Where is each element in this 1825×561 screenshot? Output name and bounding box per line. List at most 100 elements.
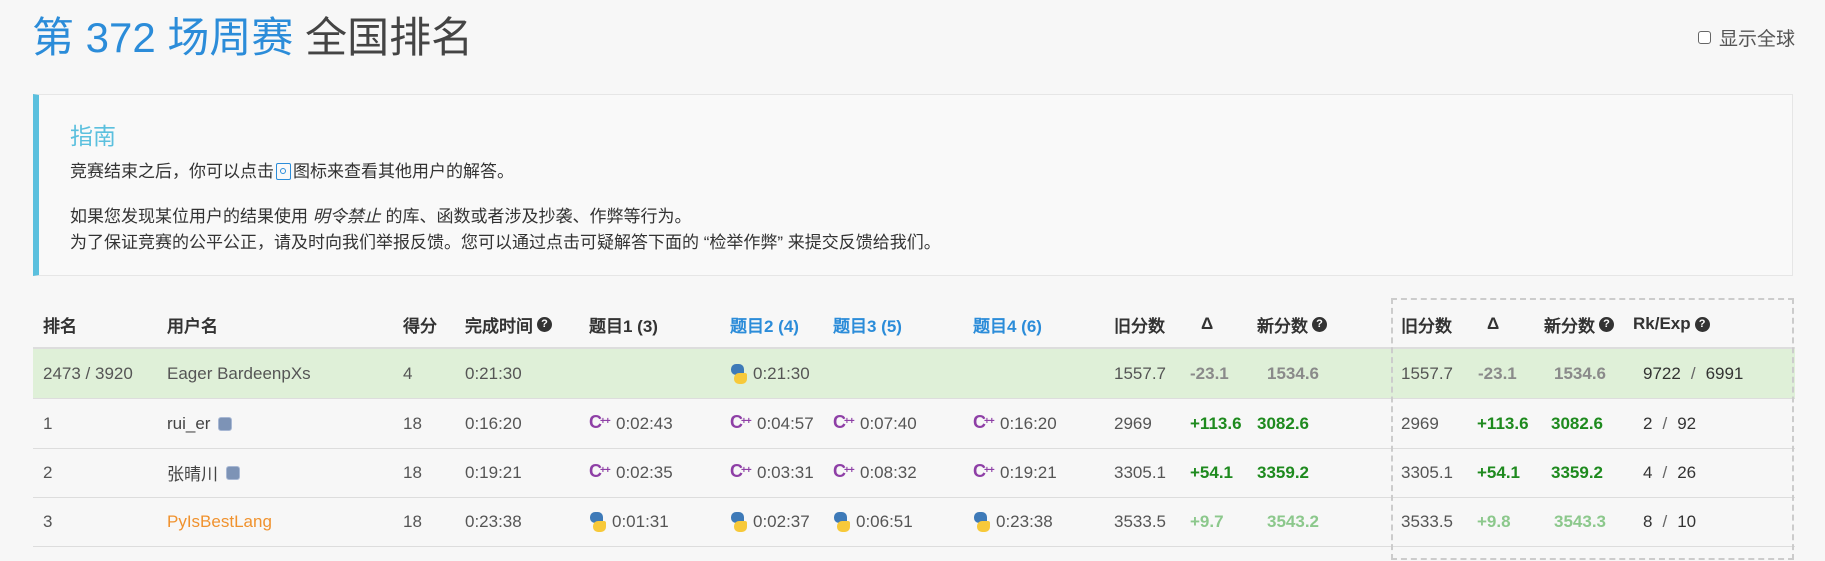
- help-icon[interactable]: ?: [537, 316, 552, 332]
- cpp-icon[interactable]: [973, 461, 995, 482]
- header-finish-time: 完成时间?: [465, 301, 552, 347]
- rk-exp-cell: 2 / 92: [1643, 399, 1696, 448]
- rk-value: 9722: [1643, 363, 1681, 383]
- guide-line-2-post: 的库、函数或者涉及抄袭、作弊等行为。: [385, 207, 692, 226]
- python-icon[interactable]: [973, 511, 991, 532]
- delta-cell: -23.1: [1190, 363, 1229, 383]
- help-icon[interactable]: ?: [1312, 316, 1327, 332]
- q4-time: 0:23:38: [996, 511, 1053, 531]
- q4-cell[interactable]: 0:16:20: [973, 399, 1057, 448]
- page-subtitle: 全国排名: [305, 14, 474, 61]
- exp-value: 92: [1677, 413, 1697, 433]
- delta-2-cell: +113.6: [1477, 413, 1529, 433]
- python-icon[interactable]: [730, 511, 748, 532]
- new-rating-cell: 3543.2: [1267, 511, 1319, 531]
- cpp-icon[interactable]: [730, 461, 752, 482]
- header-new-rating-2: 新分数?: [1544, 301, 1614, 347]
- cpp-icon[interactable]: [730, 412, 752, 433]
- old-rating-2-cell: 3305.1: [1401, 462, 1453, 482]
- header-old-rating: 旧分数: [1114, 316, 1165, 336]
- new-rating-cell: 1534.6: [1267, 363, 1319, 383]
- username-cell[interactable]: Eager BardeenpXs: [167, 349, 311, 398]
- q3-cell[interactable]: 0:07:40: [833, 399, 917, 448]
- header-delta-2: Δ: [1487, 314, 1500, 333]
- username-text[interactable]: 张晴川: [167, 460, 218, 485]
- old-rating-cell: 3533.5: [1114, 511, 1166, 531]
- header-old-rating-2: 旧分数: [1401, 316, 1452, 336]
- header-user: 用户名: [167, 316, 218, 336]
- old-rating-2-cell: 2969: [1401, 413, 1439, 433]
- q2-cell[interactable]: 0:21:30: [730, 349, 810, 398]
- q1-cell[interactable]: 0:02:43: [589, 399, 673, 448]
- q2-time: 0:03:31: [757, 462, 814, 482]
- q2-cell[interactable]: 0:04:57: [730, 399, 814, 448]
- cpp-icon[interactable]: [833, 412, 855, 433]
- guide-line-2-pre: 如果您发现某位用户的结果使用: [70, 207, 308, 226]
- q4-time: 0:16:20: [1000, 413, 1057, 433]
- python-icon[interactable]: [730, 363, 748, 384]
- delta-2-cell: +9.8: [1477, 511, 1511, 531]
- python-icon[interactable]: [589, 511, 607, 532]
- header-score: 得分: [403, 316, 437, 336]
- table-row: 1 rui_er 18 0:16:20 0:02:43 0:04:57 0:07…: [33, 399, 1795, 449]
- delta-2-cell: +54.1: [1477, 462, 1521, 482]
- new-rating-2-cell: 3543.3: [1554, 511, 1606, 531]
- username-cell[interactable]: PyIsBestLang: [167, 497, 272, 546]
- rk-exp-separator: /: [1662, 462, 1668, 482]
- rk-exp-cell: 8 / 10: [1643, 497, 1696, 546]
- help-icon[interactable]: ?: [1694, 316, 1710, 332]
- cpp-icon[interactable]: [589, 412, 611, 433]
- guide-line-3: 为了保证竞赛的公平公正，请及时向我们举报反馈。您可以通过点击可疑解答下面的 “检…: [70, 233, 941, 252]
- header-rk-exp: Rk/Exp?: [1633, 301, 1710, 347]
- q1-cell[interactable]: 0:02:35: [589, 448, 673, 497]
- rk-exp-separator: /: [1662, 511, 1668, 531]
- q1-time: 0:02:35: [616, 462, 673, 482]
- score-cell: 4: [403, 363, 413, 383]
- q4-cell[interactable]: 0:23:38: [973, 497, 1053, 546]
- delta-2-cell: -23.1: [1478, 363, 1517, 383]
- q4-cell[interactable]: 0:19:21: [973, 448, 1057, 497]
- code-file-icon: [276, 163, 291, 180]
- cpp-icon[interactable]: [589, 461, 611, 482]
- q3-cell[interactable]: 0:06:51: [833, 497, 913, 546]
- rk-exp-separator: /: [1690, 363, 1696, 383]
- guide-panel: 指南 竞赛结束之后，你可以点击 图标来查看其他用户的解答。 如果您发现某位用户的结…: [33, 94, 1793, 276]
- username-text[interactable]: rui_er: [167, 414, 210, 434]
- cpp-icon[interactable]: [833, 461, 855, 482]
- rk-value: 8: [1643, 511, 1653, 531]
- q2-cell[interactable]: 0:03:31: [730, 448, 814, 497]
- rk-exp-cell: 4 / 26: [1643, 448, 1696, 497]
- header-rank: 排名: [43, 316, 77, 336]
- q2-cell[interactable]: 0:02:37: [730, 497, 810, 546]
- delta-cell: +9.7: [1190, 511, 1224, 531]
- header-q4[interactable]: 题目4 (6): [973, 301, 1042, 347]
- q2-time: 0:02:37: [753, 511, 810, 531]
- help-icon[interactable]: ?: [1599, 316, 1614, 332]
- guide-line-2: 如果您发现某位用户的结果使用 明令禁止 的库、函数或者涉及抄袭、作弊等行为。: [70, 202, 691, 227]
- header-q3[interactable]: 题目3 (5): [833, 301, 902, 347]
- old-rating-2-cell: 3533.5: [1401, 511, 1453, 531]
- exp-value: 6991: [1705, 363, 1744, 383]
- guide-line-1: 竞赛结束之后，你可以点击 图标来查看其他用户的解答。: [70, 157, 514, 182]
- python-icon[interactable]: [833, 511, 851, 532]
- cpp-icon[interactable]: [973, 412, 995, 433]
- username-cell[interactable]: 张晴川: [167, 448, 240, 497]
- q3-cell[interactable]: 0:08:32: [833, 448, 917, 497]
- q1-cell[interactable]: 0:01:31: [589, 497, 669, 546]
- old-rating-2-cell: 1557.7: [1401, 363, 1453, 383]
- guide-line-2-italic: 明令禁止: [312, 207, 381, 226]
- guide-title: 指南: [70, 123, 116, 149]
- header-finish-time-label: 完成时间: [465, 316, 533, 336]
- header-q2[interactable]: 题目2 (4): [730, 301, 799, 347]
- show-global-checkbox[interactable]: [1697, 31, 1711, 44]
- user-badge-icon: [226, 465, 240, 480]
- header-new-rating-2-label: 新分数: [1544, 316, 1595, 336]
- q2-time: 0:21:30: [753, 363, 810, 383]
- delta-cell: +113.6: [1190, 413, 1242, 433]
- q4-time: 0:19:21: [1000, 462, 1057, 482]
- show-global-toggle[interactable]: 显示全球: [1697, 24, 1795, 51]
- username-cell[interactable]: rui_er: [167, 399, 233, 448]
- table-row-current-user: 2473 / 3920 Eager BardeenpXs 4 0:21:30 0…: [33, 349, 1795, 399]
- exp-value: 10: [1677, 511, 1697, 531]
- score-cell: 18: [403, 413, 422, 433]
